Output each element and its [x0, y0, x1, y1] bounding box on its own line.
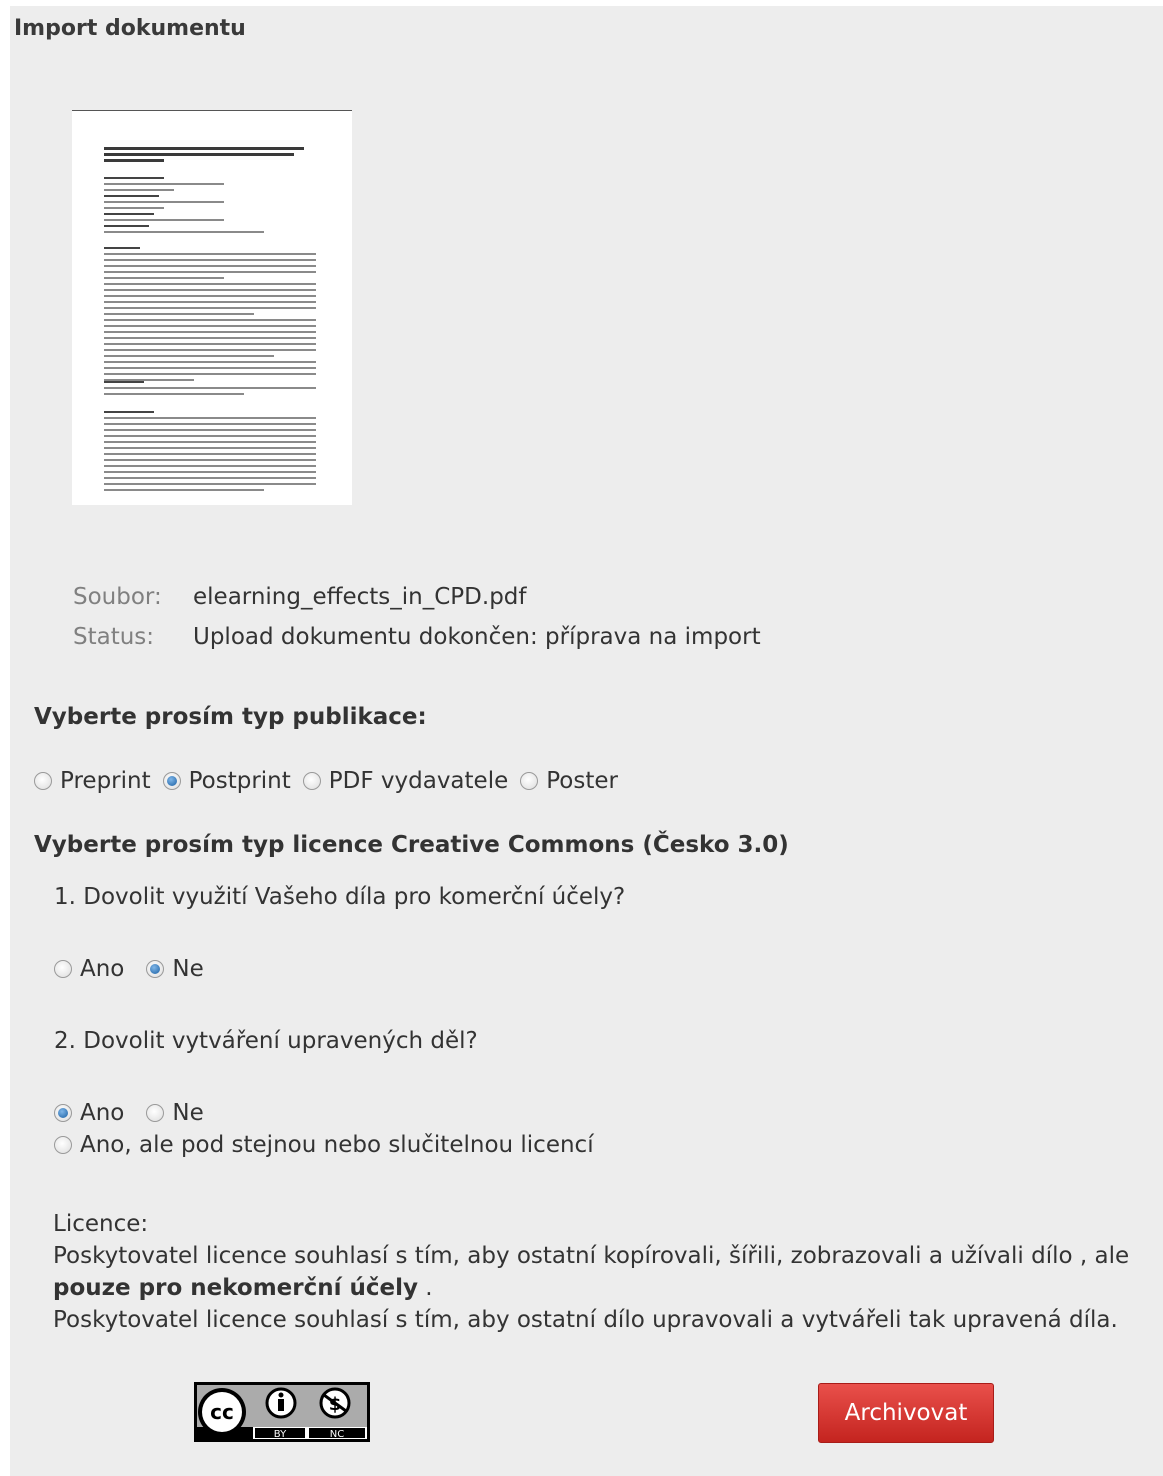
file-row: Soubor: elearning_effects_in_CPD.pdf	[73, 584, 761, 624]
radio-derivatives-sharealike[interactable]	[54, 1136, 72, 1154]
radio-commercial-no[interactable]	[146, 960, 165, 978]
option-preprint[interactable]: Preprint	[34, 768, 151, 794]
option-poster-label: Poster	[546, 768, 618, 794]
option-postprint-label: Postprint	[188, 768, 291, 794]
option-commercial-no[interactable]: Ne	[146, 956, 204, 982]
license-summary-line1: Poskytovatel licence souhlasí s tím, aby…	[53, 1243, 1130, 1269]
thumbnail-introduction	[104, 411, 316, 495]
cc-badge-graphic: cc $ BY NC	[197, 1385, 367, 1440]
option-derivatives-sharealike-label: Ano, ale pod stejnou nebo slučitelnou li…	[80, 1132, 594, 1158]
file-info: Soubor: elearning_effects_in_CPD.pdf Sta…	[73, 584, 761, 664]
radio-postprint[interactable]	[162, 772, 181, 790]
license-summary-line2: Poskytovatel licence souhlasí s tím, aby…	[53, 1307, 1118, 1333]
option-derivatives-no[interactable]: Ne	[146, 1100, 204, 1126]
option-derivatives-sharealike[interactable]: Ano, ale pod stejnou nebo slučitelnou li…	[54, 1132, 594, 1158]
archive-button[interactable]: Archivovat	[818, 1383, 994, 1443]
option-derivatives-no-label: Ne	[172, 1100, 204, 1126]
option-publisher-pdf[interactable]: PDF vydavatele	[302, 768, 509, 794]
license-heading: Vyberte prosím typ licence Creative Comm…	[34, 832, 789, 858]
derivatives-sharealike-row: Ano, ale pod stejnou nebo slučitelnou li…	[54, 1132, 606, 1158]
option-commercial-yes[interactable]: Ano	[54, 956, 124, 982]
badge-by-label: BY	[274, 1429, 287, 1440]
cc-logo-text: cc	[210, 1400, 234, 1424]
status-row: Status: Upload dokumentu dokončen: přípr…	[73, 624, 761, 664]
radio-derivatives-yes[interactable]	[54, 1104, 72, 1122]
option-poster[interactable]: Poster	[520, 768, 618, 794]
radio-commercial-yes[interactable]	[54, 960, 72, 978]
page-title: Import dokumentu	[14, 16, 246, 41]
thumbnail-title-lines	[104, 147, 314, 165]
option-publisher-pdf-label: PDF vydavatele	[328, 768, 509, 794]
license-noncommercial-emphasis: pouze pro nekomerční účely	[53, 1275, 418, 1301]
publication-type-heading: Vyberte prosím typ publikace:	[34, 704, 427, 730]
question-commercial: 1. Dovolit využití Vašeho díla pro komer…	[54, 884, 626, 910]
badge-nc-label: NC	[330, 1429, 344, 1440]
status-label: Status:	[73, 624, 155, 650]
thumbnail-authors	[104, 177, 316, 237]
document-thumbnail	[72, 110, 352, 505]
license-summary-bold-suffix: .	[418, 1275, 433, 1301]
import-panel: Import dokumentu Soubor: elearning_effec…	[10, 6, 1163, 1476]
commercial-options: Ano Ne	[54, 956, 216, 982]
radio-derivatives-no[interactable]	[146, 1104, 165, 1122]
thumbnail-keywords	[104, 381, 316, 399]
derivatives-options: Ano Ne	[54, 1100, 216, 1126]
status-value: Upload dokumentu dokončen: příprava na i…	[193, 624, 761, 650]
file-label: Soubor:	[73, 584, 162, 610]
option-preprint-label: Preprint	[60, 768, 151, 794]
question-derivatives: 2. Dovolit vytváření upravených děl?	[54, 1028, 478, 1054]
license-summary: Licence: Poskytovatel licence souhlasí s…	[53, 1208, 1153, 1336]
option-commercial-yes-label: Ano	[80, 956, 125, 982]
option-commercial-no-label: Ne	[172, 956, 204, 982]
file-name: elearning_effects_in_CPD.pdf	[193, 584, 527, 610]
radio-preprint[interactable]	[34, 772, 52, 790]
cc-by-nc-badge[interactable]: cc $ BY NC	[194, 1382, 370, 1442]
option-derivatives-yes[interactable]: Ano	[54, 1100, 124, 1126]
radio-poster[interactable]	[520, 772, 539, 790]
thumbnail-abstract	[104, 247, 316, 385]
radio-publisher-pdf[interactable]	[302, 772, 321, 790]
option-derivatives-yes-label: Ano	[80, 1100, 125, 1126]
option-postprint[interactable]: Postprint	[162, 768, 291, 794]
license-summary-line-bold: pouze pro nekomerční účely .	[53, 1272, 1153, 1304]
license-summary-label: Licence:	[53, 1211, 149, 1237]
publication-type-options: Preprint Postprint PDF vydavatele Poster	[34, 768, 630, 794]
